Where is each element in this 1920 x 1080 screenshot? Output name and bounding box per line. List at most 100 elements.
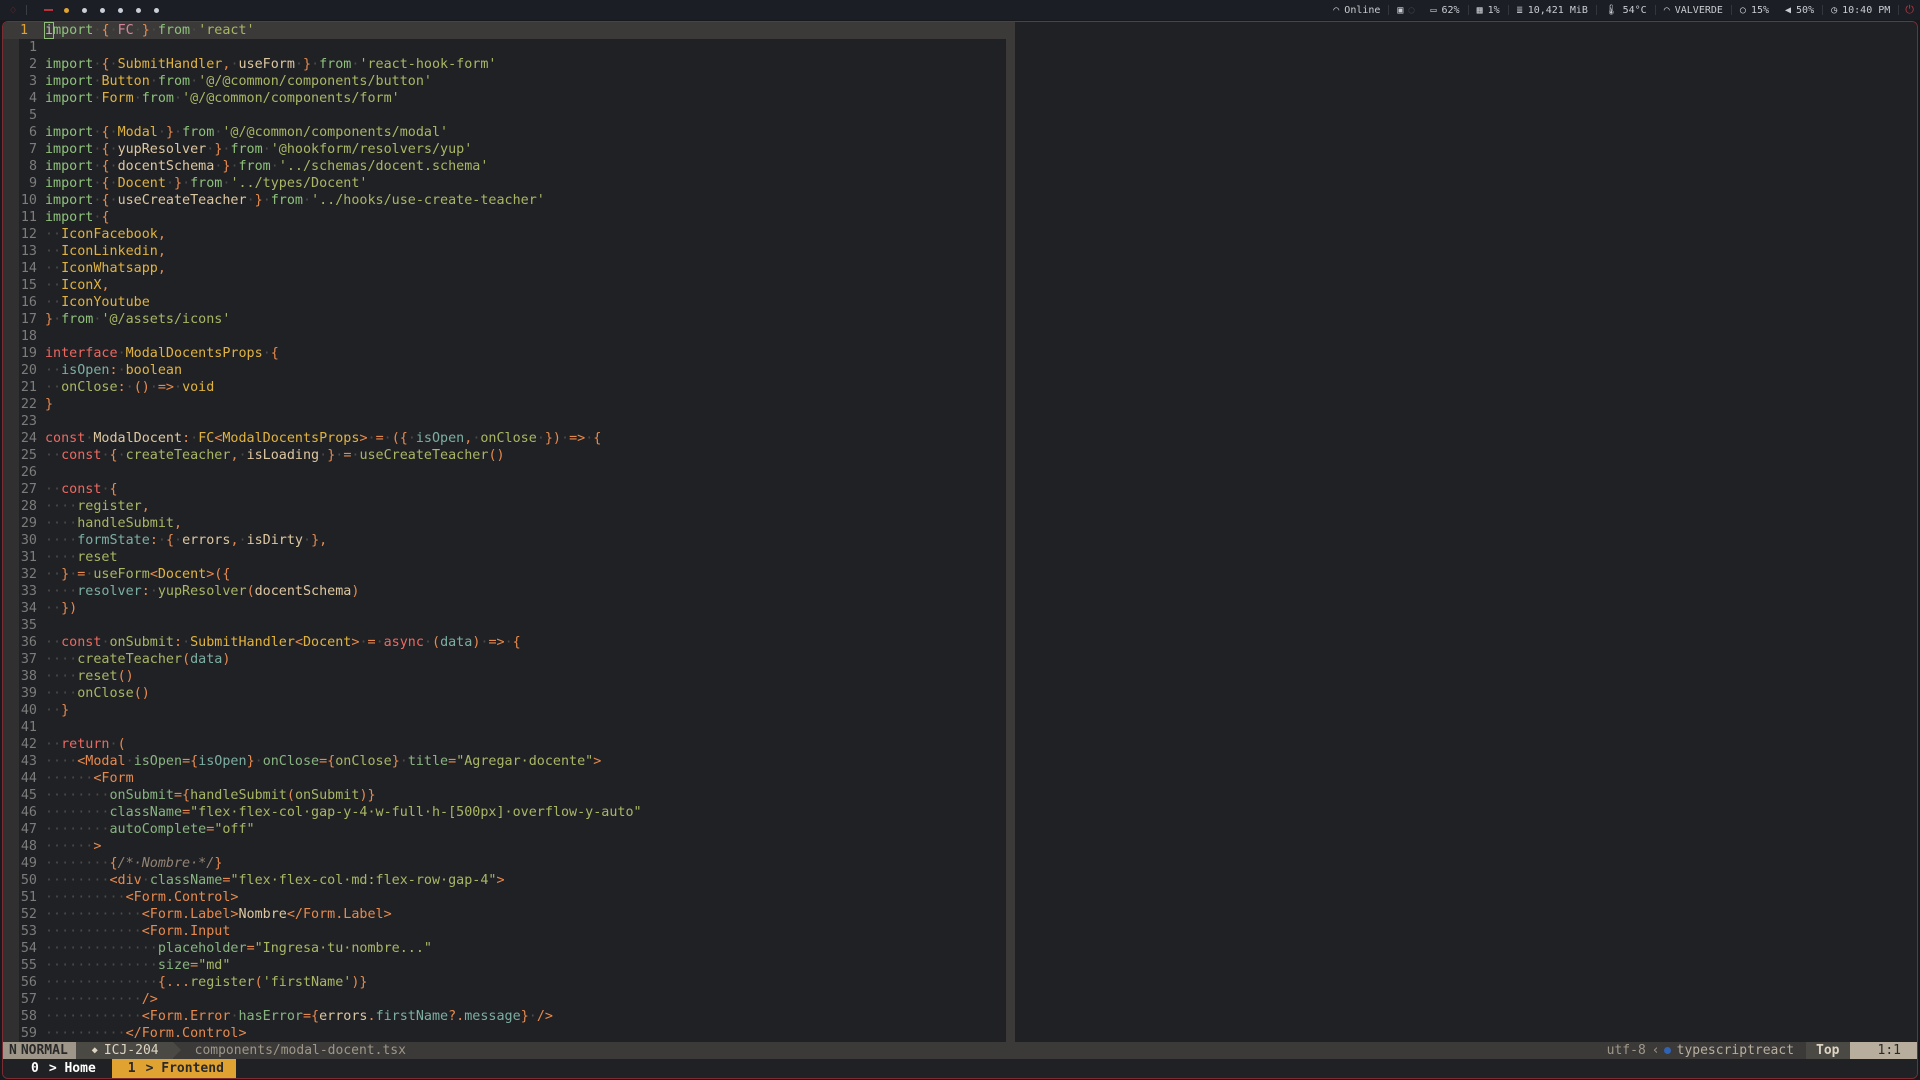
workspace-6[interactable] bbox=[129, 0, 147, 20]
code-line[interactable]: 48 ······> bbox=[3, 838, 1006, 855]
code-line[interactable]: 19 interface·ModalDocentsProps·{ bbox=[3, 345, 1006, 362]
wifi-icon: ◠ bbox=[1333, 4, 1340, 16]
volume-status[interactable]: ◀ 50% bbox=[1777, 0, 1822, 20]
code-line[interactable]: 20 ··isOpen:·boolean bbox=[3, 362, 1006, 379]
code-line[interactable]: 15 ··IconX, bbox=[3, 277, 1006, 294]
code-line[interactable]: 42 ··return·( bbox=[3, 736, 1006, 753]
code-line[interactable]: 5 bbox=[3, 107, 1006, 124]
line-number: 13 bbox=[20, 244, 37, 259]
memory-status[interactable]: ≣ 10,421 MiB bbox=[1509, 0, 1596, 20]
code-line[interactable]: 26 bbox=[3, 464, 1006, 481]
code-line[interactable]: 52 ············<Form.Label>Nombre</Form.L… bbox=[3, 906, 1006, 923]
code-line[interactable]: 54 ··············placeholder="Ingresa·tu·… bbox=[3, 940, 1006, 957]
line-number: 28 bbox=[20, 499, 37, 514]
volume-label: 50% bbox=[1796, 4, 1815, 16]
code-line[interactable]: 11 import·{ bbox=[3, 209, 1006, 226]
discord-tray[interactable]: ▣ ◯ bbox=[1389, 0, 1422, 20]
code-line[interactable]: 46 ········className="flex·flex-col·gap-y… bbox=[3, 804, 1006, 821]
line-text: ··IconYoutube bbox=[45, 295, 150, 310]
code-line[interactable]: 53 ············<Form.Input bbox=[3, 923, 1006, 940]
line-text: import·{·useCreateTeacher·}·from·'../hoo… bbox=[45, 193, 545, 208]
brightness-status[interactable]: ○ 15% bbox=[1732, 0, 1777, 20]
cpu-status[interactable]: ▦ 1% bbox=[1469, 0, 1508, 20]
code-line[interactable]: 22} bbox=[3, 396, 1006, 413]
code-line[interactable]: 30 ····formState:·{·errors,·isDirty·}, bbox=[3, 532, 1006, 549]
temperature-status[interactable]: 🌡︎ 54°C bbox=[1597, 0, 1655, 20]
code-line[interactable]: 49 ········{/*·Nombre·*/} bbox=[3, 855, 1006, 872]
workspace-5[interactable] bbox=[111, 0, 129, 20]
code-line[interactable]: 39 ····onClose() bbox=[3, 685, 1006, 702]
code-line[interactable]: 13 ··IconLinkedin, bbox=[3, 243, 1006, 260]
workspace-7[interactable] bbox=[147, 0, 165, 20]
code-line[interactable]: 35 bbox=[3, 617, 1006, 634]
clock[interactable]: ◷ 10:40 PM bbox=[1823, 0, 1898, 20]
workspace-3[interactable] bbox=[75, 0, 93, 20]
code-line[interactable]: 28 ····register, bbox=[3, 498, 1006, 515]
code-line[interactable]: 47 ········autoComplete="off" bbox=[3, 821, 1006, 838]
line-number: 27 bbox=[20, 482, 37, 497]
workspace-1[interactable] bbox=[39, 0, 57, 20]
code-line[interactable]: 4 import·Form·from·'@/@common/components/… bbox=[3, 90, 1006, 107]
code-line[interactable]: 59 ··········</Form.Control> bbox=[3, 1025, 1006, 1042]
code-line[interactable]: 58 ············<Form.Error·hasError={erro… bbox=[3, 1008, 1006, 1025]
code-line[interactable]: 24 const·ModalDocent:·FC<ModalDocentsProp… bbox=[3, 430, 1006, 447]
editor-pane[interactable]: ▲ 1import·{·FC·}·from·'react'12import·{·… bbox=[3, 22, 1006, 1042]
tmux-window-home[interactable]: 0 > Home bbox=[3, 1059, 112, 1078]
code-line[interactable]: 1 bbox=[3, 39, 1006, 56]
power-icon[interactable]: ⏻ bbox=[1899, 3, 1920, 17]
line-text: ······> bbox=[45, 839, 102, 854]
code-line[interactable]: 43 ····<Modal·isOpen={isOpen}·onClose={on… bbox=[3, 753, 1006, 770]
code-line[interactable]: 50 ········<div·className="flex·flex-col·… bbox=[3, 872, 1006, 889]
code-line[interactable]: 16 ··IconYoutube bbox=[3, 294, 1006, 311]
code-line[interactable]: 14 ··IconWhatsapp, bbox=[3, 260, 1006, 277]
battery-status[interactable]: ▭ 62% bbox=[1422, 0, 1467, 20]
code-line[interactable]: 7 import·{·yupResolver·}·from·'@hookform/… bbox=[3, 141, 1006, 158]
code-line[interactable]: 2 import·{·SubmitHandler,·useForm·}·from·… bbox=[3, 56, 1006, 73]
code-line[interactable]: 31 ····reset bbox=[3, 549, 1006, 566]
code-line[interactable]: 9 import·{·Docent·}·from·'../types/Docent… bbox=[3, 175, 1006, 192]
line-number: 1 bbox=[20, 23, 29, 38]
code-line[interactable]: 12 ··IconFacebook, bbox=[3, 226, 1006, 243]
code-line[interactable]: 10 import·{·useCreateTeacher·}·from·'../h… bbox=[3, 192, 1006, 209]
code-line[interactable]: 34 ··}) bbox=[3, 600, 1006, 617]
code-line[interactable]: 36 ··const·onSubmit:·SubmitHandler<Docent… bbox=[3, 634, 1006, 651]
line-number: 4 bbox=[28, 91, 37, 106]
code-line[interactable]: 51 ··········<Form.Control> bbox=[3, 889, 1006, 906]
line-text: ········{/*·Nombre·*/} bbox=[45, 856, 223, 871]
code-line[interactable]: 56 ··············{...register('firstName'… bbox=[3, 974, 1006, 991]
workspace-4[interactable] bbox=[93, 0, 111, 20]
line-text: ········className="flex·flex-col·gap-y-4… bbox=[45, 805, 642, 820]
code-line[interactable]: 18 bbox=[3, 328, 1006, 345]
current-code-line[interactable]: 1 import·{·FC·}·from·'react' bbox=[3, 22, 1006, 39]
empty-editor-pane[interactable] bbox=[1015, 22, 1917, 1042]
code-line[interactable]: 32 ··}·=·useForm<Docent>({ bbox=[3, 566, 1006, 583]
network-status[interactable]: ◠ Online bbox=[1325, 0, 1388, 20]
code-line[interactable]: 27 ··const·{ bbox=[3, 481, 1006, 498]
code-line[interactable]: 29 ····handleSubmit, bbox=[3, 515, 1006, 532]
tmux-window-frontend[interactable]: 1 > Frontend bbox=[111, 1059, 236, 1078]
code-line[interactable]: 6 import·{·Modal·}·from·'@/@common/compon… bbox=[3, 124, 1006, 141]
line-number: 53 bbox=[20, 924, 37, 939]
code-line[interactable]: 17}·from·'@/assets/icons' bbox=[3, 311, 1006, 328]
code-line[interactable]: 45 ········onSubmit={handleSubmit(onSubmi… bbox=[3, 787, 1006, 804]
code-line[interactable]: 41 bbox=[3, 719, 1006, 736]
code-line[interactable]: 44 ······<Form bbox=[3, 770, 1006, 787]
code-line[interactable]: 33 ····resolver:·yupResolver(docentSchema… bbox=[3, 583, 1006, 600]
code-line[interactable]: 25 ··const·{·createTeacher,·isLoading·}·=… bbox=[3, 447, 1006, 464]
code-line[interactable]: 8 import·{·docentSchema·}·from·'../schema… bbox=[3, 158, 1006, 175]
code-line[interactable]: 40 ··} bbox=[3, 702, 1006, 719]
code-line[interactable]: 55 ··············size="md" bbox=[3, 957, 1006, 974]
code-area[interactable]: 1 import·{·FC·}·from·'react' 1 2 import·{·Su… bbox=[3, 22, 1006, 1042]
code-line[interactable]: 23 bbox=[3, 413, 1006, 430]
code-line[interactable]: 38 ····reset() bbox=[3, 668, 1006, 685]
wifi-status[interactable]: ◠ VALVERDE bbox=[1656, 0, 1731, 20]
code-line[interactable]: 37 ····createTeacher(data) bbox=[3, 651, 1006, 668]
distro-logo-icon[interactable]: ♢ bbox=[6, 4, 20, 17]
split-divider[interactable] bbox=[1006, 22, 1015, 1042]
code-line[interactable]: 21 ··onClose:·()·=>·void bbox=[3, 379, 1006, 396]
battery-label: 62% bbox=[1441, 4, 1460, 16]
code-line[interactable]: 57 ············/> bbox=[3, 991, 1006, 1008]
mode-icon: N bbox=[9, 1043, 17, 1058]
workspace-2[interactable] bbox=[57, 0, 75, 20]
code-line[interactable]: 3 import·Button·from·'@/@common/component… bbox=[3, 73, 1006, 90]
